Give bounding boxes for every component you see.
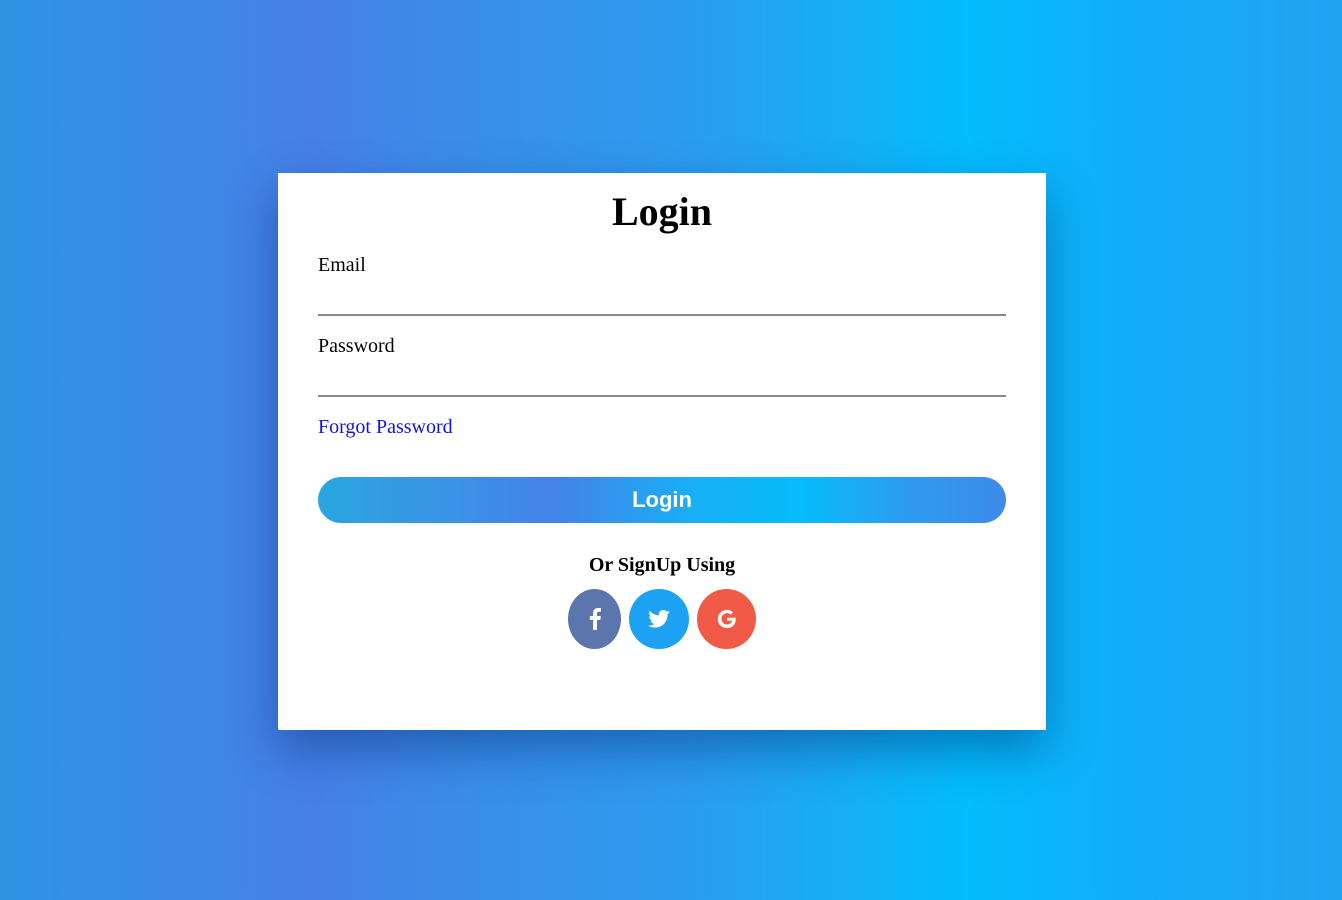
email-label: Email xyxy=(318,254,366,276)
password-input[interactable] xyxy=(318,363,1006,397)
login-button[interactable]: Login xyxy=(318,477,1006,523)
facebook-button[interactable] xyxy=(568,589,621,649)
login-card: Login Email Password Forgot Password Log… xyxy=(278,173,1046,730)
twitter-button[interactable] xyxy=(629,589,689,649)
page-title: Login xyxy=(611,189,713,234)
google-button[interactable] xyxy=(697,589,756,649)
forgot-password-link[interactable]: Forgot Password xyxy=(318,415,453,439)
email-input[interactable] xyxy=(318,282,1006,316)
password-label: Password xyxy=(318,335,395,357)
google-icon xyxy=(717,609,736,629)
social-buttons xyxy=(318,589,1006,649)
signup-text: Or SignUp Using xyxy=(588,554,736,576)
facebook-icon xyxy=(589,608,601,630)
twitter-icon xyxy=(648,610,670,628)
